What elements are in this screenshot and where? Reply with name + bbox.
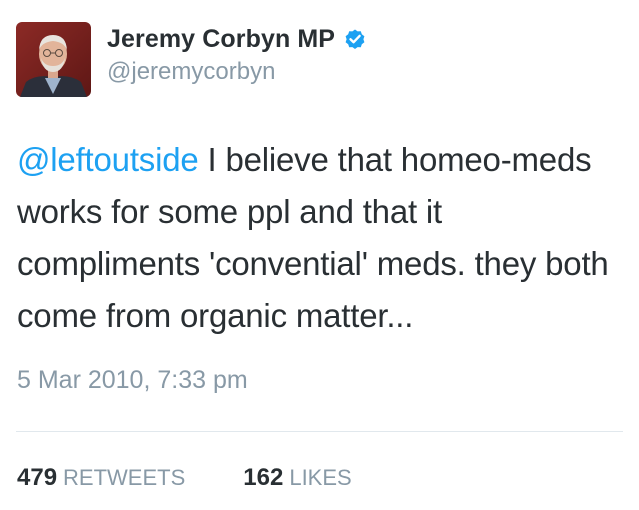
divider: [16, 431, 623, 432]
avatar[interactable]: [16, 22, 91, 97]
display-name-row: Jeremy Corbyn MP: [107, 22, 367, 56]
avatar-photo-icon: [16, 22, 91, 97]
verified-badge-icon: [343, 27, 367, 51]
likes-label: LIKES: [289, 465, 352, 490]
tweet-stats: 479 RETWEETS 162 LIKES: [17, 464, 352, 492]
display-name[interactable]: Jeremy Corbyn MP: [107, 25, 335, 54]
mention-link[interactable]: @leftoutside: [17, 141, 199, 178]
user-handle[interactable]: @jeremycorbyn: [107, 58, 367, 86]
tweet-header: Jeremy Corbyn MP @jeremycorbyn: [16, 22, 367, 97]
likes-count: 162: [243, 464, 284, 491]
tweet-timestamp[interactable]: 5 Mar 2010, 7:33 pm: [17, 366, 248, 395]
retweets-stat[interactable]: 479 RETWEETS: [17, 464, 185, 492]
retweets-label: RETWEETS: [63, 465, 186, 490]
likes-stat[interactable]: 162 LIKES: [243, 464, 351, 492]
user-names: Jeremy Corbyn MP @jeremycorbyn: [107, 22, 367, 86]
tweet-text: @leftoutside I believe that homeo-meds w…: [17, 134, 627, 342]
tweet-card: Jeremy Corbyn MP @jeremycorbyn @leftouts…: [0, 0, 639, 510]
retweets-count: 479: [17, 464, 58, 491]
